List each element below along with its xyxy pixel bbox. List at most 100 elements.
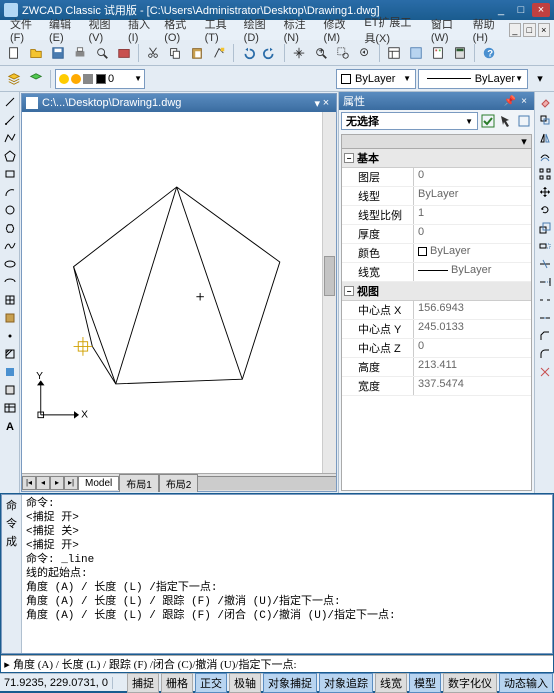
ray-tool[interactable] xyxy=(2,112,18,128)
toggle-pickadd-button[interactable] xyxy=(516,113,532,129)
circle-tool[interactable] xyxy=(2,202,18,218)
rotate-tool[interactable] xyxy=(537,202,553,218)
panel-close-button[interactable]: × xyxy=(518,95,530,107)
drawing-canvas[interactable]: X Y xyxy=(22,112,322,473)
command-input[interactable] xyxy=(13,658,553,670)
cut-button[interactable] xyxy=(143,43,163,63)
break-tool[interactable] xyxy=(537,292,553,308)
status-0[interactable]: 捕捉 xyxy=(127,673,159,693)
layer-manager-button[interactable] xyxy=(4,69,24,89)
rect-tool[interactable] xyxy=(2,166,18,182)
save-button[interactable] xyxy=(48,43,68,63)
tab-layout2[interactable]: 布局2 xyxy=(159,474,199,492)
menu-file[interactable]: 文件(F) xyxy=(4,14,43,46)
vertical-scrollbar[interactable] xyxy=(322,112,336,473)
calc-button[interactable] xyxy=(450,43,470,63)
menu-window[interactable]: 窗口(W) xyxy=(425,14,467,46)
status-1[interactable]: 栅格 xyxy=(161,673,193,693)
properties-button[interactable] xyxy=(384,43,404,63)
select-objects-button[interactable] xyxy=(498,113,514,129)
panel-pin-button[interactable]: 📌 xyxy=(504,95,516,107)
extend-tool[interactable] xyxy=(537,274,553,290)
revcloud-tool[interactable] xyxy=(2,220,18,236)
design-center-button[interactable] xyxy=(406,43,426,63)
coordinates-display[interactable]: 71.9235, 229.0731, 0 xyxy=(0,677,113,689)
close-button[interactable]: × xyxy=(532,3,550,17)
ellipse-tool[interactable] xyxy=(2,256,18,272)
copy-button[interactable] xyxy=(165,43,185,63)
new-button[interactable] xyxy=(4,43,24,63)
table-tool[interactable] xyxy=(2,400,18,416)
tab-layout1[interactable]: 布局1 xyxy=(119,474,159,492)
properties-grid[interactable]: ▾ −基本 图层0 线型ByLayer 线型比例1 厚度0 颜色ByLayer … xyxy=(341,134,532,491)
offset-tool[interactable] xyxy=(537,148,553,164)
status-8[interactable]: 数字化仪 xyxy=(443,673,497,693)
tab-last-button[interactable]: ▸| xyxy=(64,476,78,490)
fillet-tool[interactable] xyxy=(537,346,553,362)
tab-next-button[interactable]: ▸ xyxy=(50,476,64,490)
region-tool[interactable] xyxy=(2,382,18,398)
layer-combo[interactable]: 0 ▼ xyxy=(55,69,145,89)
linetype-combo[interactable]: ByLayer ▼ xyxy=(418,69,528,89)
quick-select-button[interactable] xyxy=(480,113,496,129)
status-9[interactable]: 动态输入 xyxy=(499,673,553,693)
tool-palette-button[interactable] xyxy=(428,43,448,63)
tab-prev-button[interactable]: ◂ xyxy=(36,476,50,490)
block-tool[interactable] xyxy=(2,310,18,326)
zoom-rt-button[interactable]: + xyxy=(311,43,331,63)
menu-view[interactable]: 视图(V) xyxy=(83,14,122,46)
zoom-win-button[interactable] xyxy=(333,43,353,63)
preview-button[interactable] xyxy=(92,43,112,63)
tab-first-button[interactable]: |◂ xyxy=(22,476,36,490)
copy-tool[interactable] xyxy=(537,112,553,128)
match-button[interactable] xyxy=(209,43,229,63)
lineweight-button[interactable]: ▾ xyxy=(530,69,550,89)
menu-insert[interactable]: 插入(I) xyxy=(122,14,158,46)
insert-tool[interactable] xyxy=(2,292,18,308)
help-button[interactable]: ? xyxy=(479,43,499,63)
trim-tool[interactable] xyxy=(537,256,553,272)
tab-model[interactable]: Model xyxy=(78,476,119,490)
ellipse-arc-tool[interactable] xyxy=(2,274,18,290)
open-button[interactable] xyxy=(26,43,46,63)
status-5[interactable]: 对象追踪 xyxy=(319,673,373,693)
group-basic[interactable]: −基本 xyxy=(342,149,531,168)
status-4[interactable]: 对象捕捉 xyxy=(263,673,317,693)
gradient-tool[interactable] xyxy=(2,364,18,380)
menu-format[interactable]: 格式(O) xyxy=(158,14,198,46)
print-button[interactable] xyxy=(70,43,90,63)
menu-tools[interactable]: 工具(T) xyxy=(199,14,238,46)
scale-tool[interactable] xyxy=(537,220,553,236)
menu-modify[interactable]: 修改(M) xyxy=(318,14,359,46)
color-combo[interactable]: ByLayer ▼ xyxy=(336,69,416,89)
undo-button[interactable] xyxy=(238,43,258,63)
stretch-tool[interactable] xyxy=(537,238,553,254)
redo-button[interactable] xyxy=(260,43,280,63)
maximize-button[interactable]: □ xyxy=(512,3,530,17)
doc-close-button[interactable]: × xyxy=(320,97,332,109)
selection-combo[interactable]: 无选择 ▼ xyxy=(341,112,478,130)
join-tool[interactable] xyxy=(537,310,553,326)
erase-tool[interactable] xyxy=(537,94,553,110)
point-tool[interactable] xyxy=(2,328,18,344)
menu-draw[interactable]: 绘图(D) xyxy=(238,14,278,46)
status-3[interactable]: 极轴 xyxy=(229,673,261,693)
group-view[interactable]: −视图 xyxy=(342,282,531,301)
status-7[interactable]: 模型 xyxy=(409,673,441,693)
pan-button[interactable] xyxy=(289,43,309,63)
mdi-min-button[interactable]: _ xyxy=(509,23,521,37)
menu-edit[interactable]: 编辑(E) xyxy=(43,14,82,46)
chamfer-tool[interactable] xyxy=(537,328,553,344)
menu-help[interactable]: 帮助(H) xyxy=(467,14,507,46)
layer-states-button[interactable] xyxy=(26,69,46,89)
text-tool[interactable]: A xyxy=(2,418,18,434)
move-tool[interactable] xyxy=(537,184,553,200)
status-6[interactable]: 线宽 xyxy=(375,673,407,693)
status-2[interactable]: 正交 xyxy=(195,673,227,693)
mdi-restore-button[interactable]: □ xyxy=(523,23,535,37)
pline-tool[interactable] xyxy=(2,130,18,146)
spline-tool[interactable] xyxy=(2,238,18,254)
command-panel-handle[interactable]: 命令成 xyxy=(2,495,22,653)
zoom-prev-button[interactable] xyxy=(355,43,375,63)
menu-dim[interactable]: 标注(N) xyxy=(278,14,318,46)
